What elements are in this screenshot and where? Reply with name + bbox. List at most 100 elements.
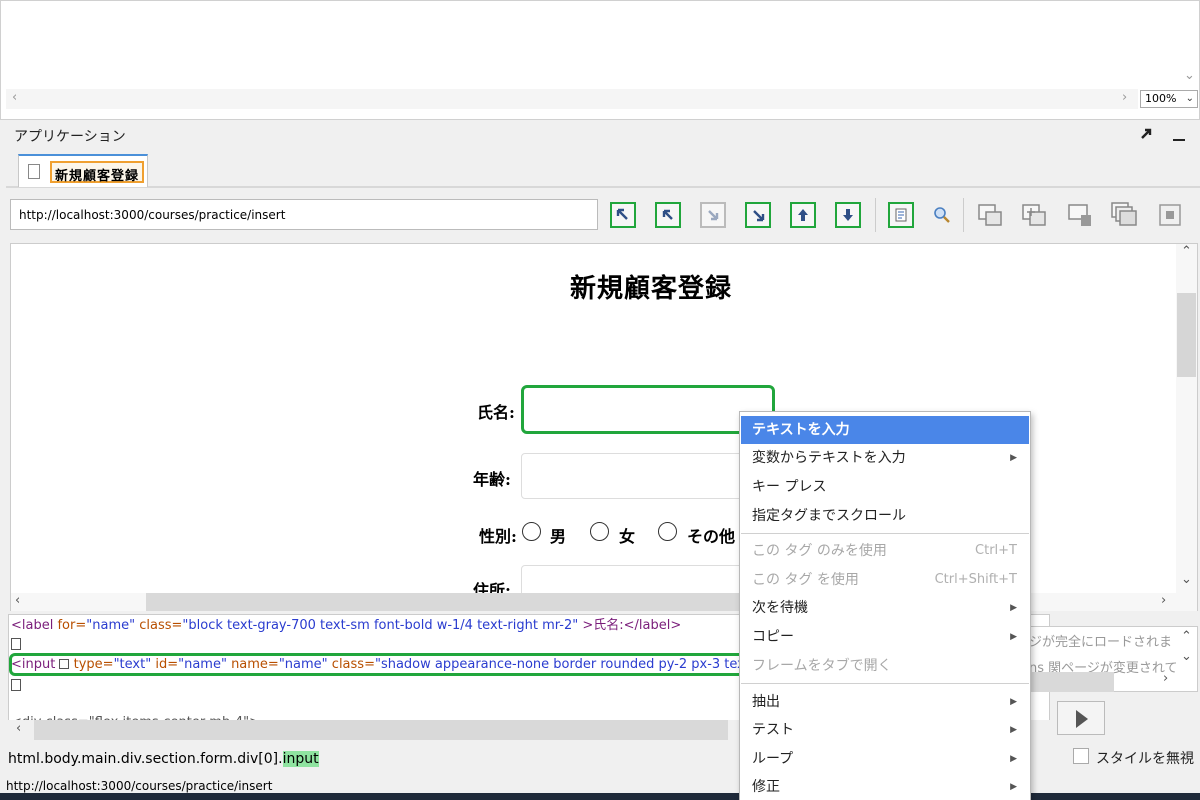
submenu-arrow-icon: ▶ (1010, 725, 1017, 735)
menu-item-label: ループ (752, 751, 794, 767)
age-field[interactable] (521, 453, 751, 499)
viewport-horizontal-scroll-thumb[interactable] (146, 593, 746, 611)
scroll-right-icon[interactable]: › (1161, 593, 1166, 608)
source-line-label[interactable]: <label for="name" class="block text-gray… (11, 615, 681, 633)
menu-item-input-text[interactable]: テキストを入力 (741, 416, 1029, 444)
minimize-icon[interactable] (1172, 130, 1186, 144)
source-attr: class= (139, 618, 183, 633)
show-source-icon[interactable] (888, 202, 914, 228)
top-vertical-scrollbar[interactable]: ⌄ (1182, 2, 1198, 88)
page-title: 新規顧客登録 (569, 274, 732, 304)
gender-radio-other[interactable] (658, 522, 677, 541)
menu-item-label: 次を待機 (752, 600, 808, 616)
chevron-down-icon: ⌄ (1185, 93, 1194, 104)
panel-title: アプリケーション (14, 129, 126, 145)
menu-shortcut: Ctrl+T (975, 543, 1017, 558)
menu-item-label: この タグ を使用 (752, 572, 859, 588)
name-field[interactable] (521, 385, 775, 434)
menu-item-key-press[interactable]: キー プレス (741, 473, 1029, 501)
select-parent-up-left-icon[interactable] (610, 202, 636, 228)
select-child-down-right-icon[interactable] (745, 202, 771, 228)
gender-radio-female[interactable] (590, 522, 609, 541)
window-export-icon[interactable] (976, 202, 1004, 228)
ignore-style-checkbox[interactable] (1073, 748, 1089, 764)
menu-item-use-this-tag[interactable]: この タグ を使用 Ctrl+Shift+T (741, 566, 1029, 594)
select-child-icon[interactable] (700, 202, 726, 228)
status-url: http://localhost:3000/courses/practice/i… (6, 779, 273, 793)
menu-item-test[interactable]: テスト ▶ (741, 716, 1029, 744)
detach-arrow-icon[interactable] (1138, 126, 1154, 142)
menu-item-label: 変数からテキストを入力 (752, 450, 906, 466)
zoom-value: 100% (1145, 92, 1177, 105)
select-next-icon[interactable] (835, 202, 861, 228)
zoom-select[interactable]: 100% ⌄ (1140, 90, 1198, 108)
menu-item-label: テキストを入力 (752, 422, 850, 438)
gender-radio-male[interactable] (522, 522, 541, 541)
menu-divider (741, 533, 1029, 534)
menu-item-open-frame-in-tab[interactable]: フレームをタブで開く (741, 652, 1029, 680)
toolbar-divider (875, 198, 876, 232)
window-stack-icon[interactable] (1110, 202, 1138, 228)
breadcrumb-path[interactable]: html.body.main.div.section.form.div[0]. (8, 751, 283, 767)
menu-item-label: フレームをタブで開く (752, 658, 892, 674)
scroll-up-icon[interactable]: ⌃ (1181, 244, 1192, 259)
age-label: 年齢: (473, 470, 511, 489)
scroll-down-icon[interactable]: ⌄ (1181, 649, 1192, 664)
menu-item-label: 指定タグまでスクロール (752, 508, 906, 524)
menu-item-label: この タグ のみを使用 (752, 543, 887, 559)
tab-label: 新規顧客登録 (50, 161, 145, 184)
url-input[interactable] (10, 199, 598, 230)
scroll-right-icon[interactable]: › (1122, 90, 1127, 105)
scroll-left-icon[interactable]: ‹ (15, 593, 20, 608)
select-parent-icon[interactable] (655, 202, 681, 228)
select-previous-icon[interactable] (790, 202, 816, 228)
text-node-icon (11, 679, 21, 691)
context-menu[interactable]: テキストを入力 変数からテキストを入力 ▶ キー プレス 指定タグまでスクロール … (739, 411, 1031, 800)
menu-item-scroll-to-tag[interactable]: 指定タグまでスクロール (741, 502, 1029, 530)
tab-new-customer[interactable]: 新規顧客登録 (18, 154, 148, 187)
window-search-icon[interactable] (1156, 202, 1184, 228)
menu-item-label: キー プレス (752, 479, 827, 495)
menu-item-copy[interactable]: コピー ▶ (741, 623, 1029, 651)
submenu-arrow-icon: ▶ (1010, 632, 1017, 642)
scroll-down-icon[interactable]: ⌄ (1181, 572, 1192, 587)
menu-item-modify[interactable]: 修正 ▶ (741, 773, 1029, 800)
scroll-left-icon[interactable]: ‹ (12, 90, 17, 105)
search-icon[interactable] (928, 202, 956, 228)
document-icon (28, 164, 40, 179)
menu-item-use-only-this-tag[interactable]: この タグ のみを使用 Ctrl+T (741, 537, 1029, 565)
log-horizontal-scroll-thumb[interactable] (1030, 672, 1114, 692)
name-label: 氏名: (477, 403, 515, 422)
window-delete-icon[interactable] (1066, 202, 1094, 228)
ignore-style-label: スタイルを無視 (1096, 751, 1194, 767)
menu-item-label: 抽出 (752, 694, 780, 710)
menu-item-loop[interactable]: ループ ▶ (741, 745, 1029, 773)
scroll-right-icon[interactable]: › (1163, 671, 1168, 686)
window-add-icon[interactable] (1020, 202, 1048, 228)
scroll-up-icon[interactable]: ⌃ (1181, 629, 1192, 644)
toolbar-divider (963, 198, 964, 232)
menu-item-input-from-variable[interactable]: 変数からテキストを入力 ▶ (741, 444, 1029, 472)
source-selection-highlight (9, 653, 749, 676)
submenu-arrow-icon: ▶ (1010, 453, 1017, 463)
menu-shortcut: Ctrl+Shift+T (934, 572, 1017, 587)
scroll-left-icon[interactable]: ‹ (16, 721, 21, 736)
viewport-vertical-scroll-thumb[interactable] (1177, 293, 1196, 377)
log-line: ジが完全にロードされま (1030, 635, 1173, 650)
submenu-arrow-icon: ▶ (1010, 603, 1017, 613)
gender-option-female: 女 (619, 527, 636, 546)
source-attr: for= (57, 618, 87, 633)
breadcrumb-current[interactable]: input (282, 751, 319, 767)
submenu-arrow-icon: ▶ (1010, 782, 1017, 792)
top-horizontal-scrollbar[interactable]: ‹ › (6, 89, 1138, 109)
text-node-icon (11, 638, 21, 650)
source-tag: <label (11, 618, 54, 633)
menu-item-wait-for[interactable]: 次を待機 ▶ (741, 594, 1029, 622)
scroll-down-icon[interactable]: ⌄ (1184, 68, 1195, 83)
gender-label: 性別: (479, 527, 517, 546)
source-horizontal-scroll-thumb[interactable] (34, 720, 728, 740)
menu-divider (741, 683, 1029, 684)
menu-item-label: テスト (752, 722, 794, 738)
menu-item-extract[interactable]: 抽出 ▶ (741, 688, 1029, 716)
play-button[interactable] (1057, 701, 1105, 735)
